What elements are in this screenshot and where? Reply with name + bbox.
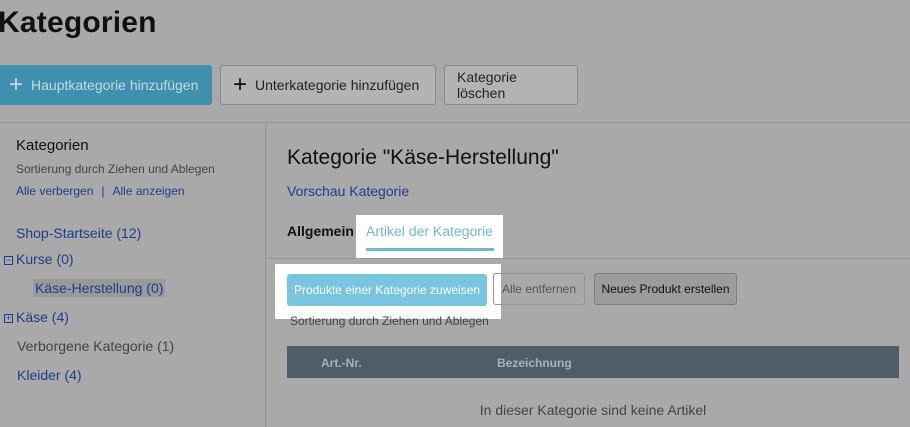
tree-item-kaese[interactable]: + Käse (4) <box>4 309 69 325</box>
delete-category-label: Kategorie löschen <box>457 69 517 101</box>
link-separator: | <box>101 184 105 198</box>
new-product-button[interactable]: Neues Produkt erstellen <box>594 273 737 305</box>
category-title: Kategorie "Käse-Herstellung" <box>287 146 559 169</box>
tabs-divider <box>267 258 910 259</box>
add-main-category-button[interactable]: + Hauptkategorie hinzufügen <box>0 65 212 105</box>
plus-icon: + <box>233 71 248 98</box>
collapse-toggle-icon[interactable]: − <box>4 256 13 265</box>
add-subcategory-label: Unterkategorie hinzufügen <box>255 77 420 93</box>
tree-item-label: Käse (4) <box>16 309 69 325</box>
tree-item-label: Kurse (0) <box>16 251 74 267</box>
assign-products-button[interactable]: Produkte einer Kategorie zuweisen <box>287 274 487 306</box>
category-detail-panel: Kategorie "Käse-Herstellung" Vorschau Ka… <box>267 123 910 427</box>
empty-table-message: In dieser Kategorie sind keine Artikel <box>479 402 707 418</box>
show-all-link[interactable]: Alle anzeigen <box>113 184 185 198</box>
sidebar-sort-hint: Sortierung durch Ziehen und Ablegen <box>16 162 215 176</box>
add-main-category-label: Hauptkategorie hinzufügen <box>31 77 199 93</box>
page-title: Kategorien <box>0 6 157 39</box>
tree-item-kaese-herstellung[interactable]: Käse-Herstellung (0) <box>33 279 166 297</box>
add-subcategory-button[interactable]: + Unterkategorie hinzufügen <box>220 65 436 105</box>
tree-item-kurse[interactable]: − Kurse (0) <box>4 251 74 267</box>
articles-sort-hint: Sortierung durch Ziehen und Ablegen <box>290 314 489 328</box>
preview-category-link[interactable]: Vorschau Kategorie <box>287 183 409 199</box>
sidebar-links: Alle verbergen | Alle anzeigen <box>16 184 185 198</box>
tab-category-articles[interactable]: Artikel der Kategorie <box>366 223 493 239</box>
hide-all-link[interactable]: Alle verbergen <box>16 184 93 198</box>
column-header-article-number[interactable]: Art.-Nr. <box>321 356 362 370</box>
tree-item-label: Kleider (4) <box>17 367 82 383</box>
delete-category-button[interactable]: Kategorie löschen <box>444 65 578 105</box>
tree-item-kleider[interactable]: Kleider (4) <box>17 367 82 383</box>
assign-button-highlight: Produkte einer Kategorie zuweisen <box>275 264 501 319</box>
category-sidebar: Kategorien Sortierung durch Ziehen und A… <box>0 123 266 427</box>
sidebar-title: Kategorien <box>16 137 89 154</box>
tree-item-shop-start[interactable]: Shop-Startseite (12) <box>16 225 141 241</box>
tree-item-label: Verborgene Kategorie (1) <box>17 338 175 354</box>
active-tab-indicator <box>366 248 494 251</box>
tree-item-label: Käse-Herstellung (0) <box>35 280 164 296</box>
expand-toggle-icon[interactable]: + <box>4 314 13 323</box>
toolbar: + Hauptkategorie hinzufügen + Unterkateg… <box>0 65 578 105</box>
tree-item-label: Shop-Startseite (12) <box>16 225 142 241</box>
plus-icon: + <box>9 71 24 98</box>
articles-table-header: Art.-Nr. Bezeichnung <box>287 346 899 378</box>
tree-item-hidden-category[interactable]: Verborgene Kategorie (1) <box>17 338 174 354</box>
remove-all-button[interactable]: Alle entfernen <box>493 273 585 305</box>
column-header-description[interactable]: Bezeichnung <box>497 356 572 370</box>
tab-articles-highlight: Artikel der Kategorie <box>356 215 503 259</box>
tab-general[interactable]: Allgemein <box>287 223 354 239</box>
